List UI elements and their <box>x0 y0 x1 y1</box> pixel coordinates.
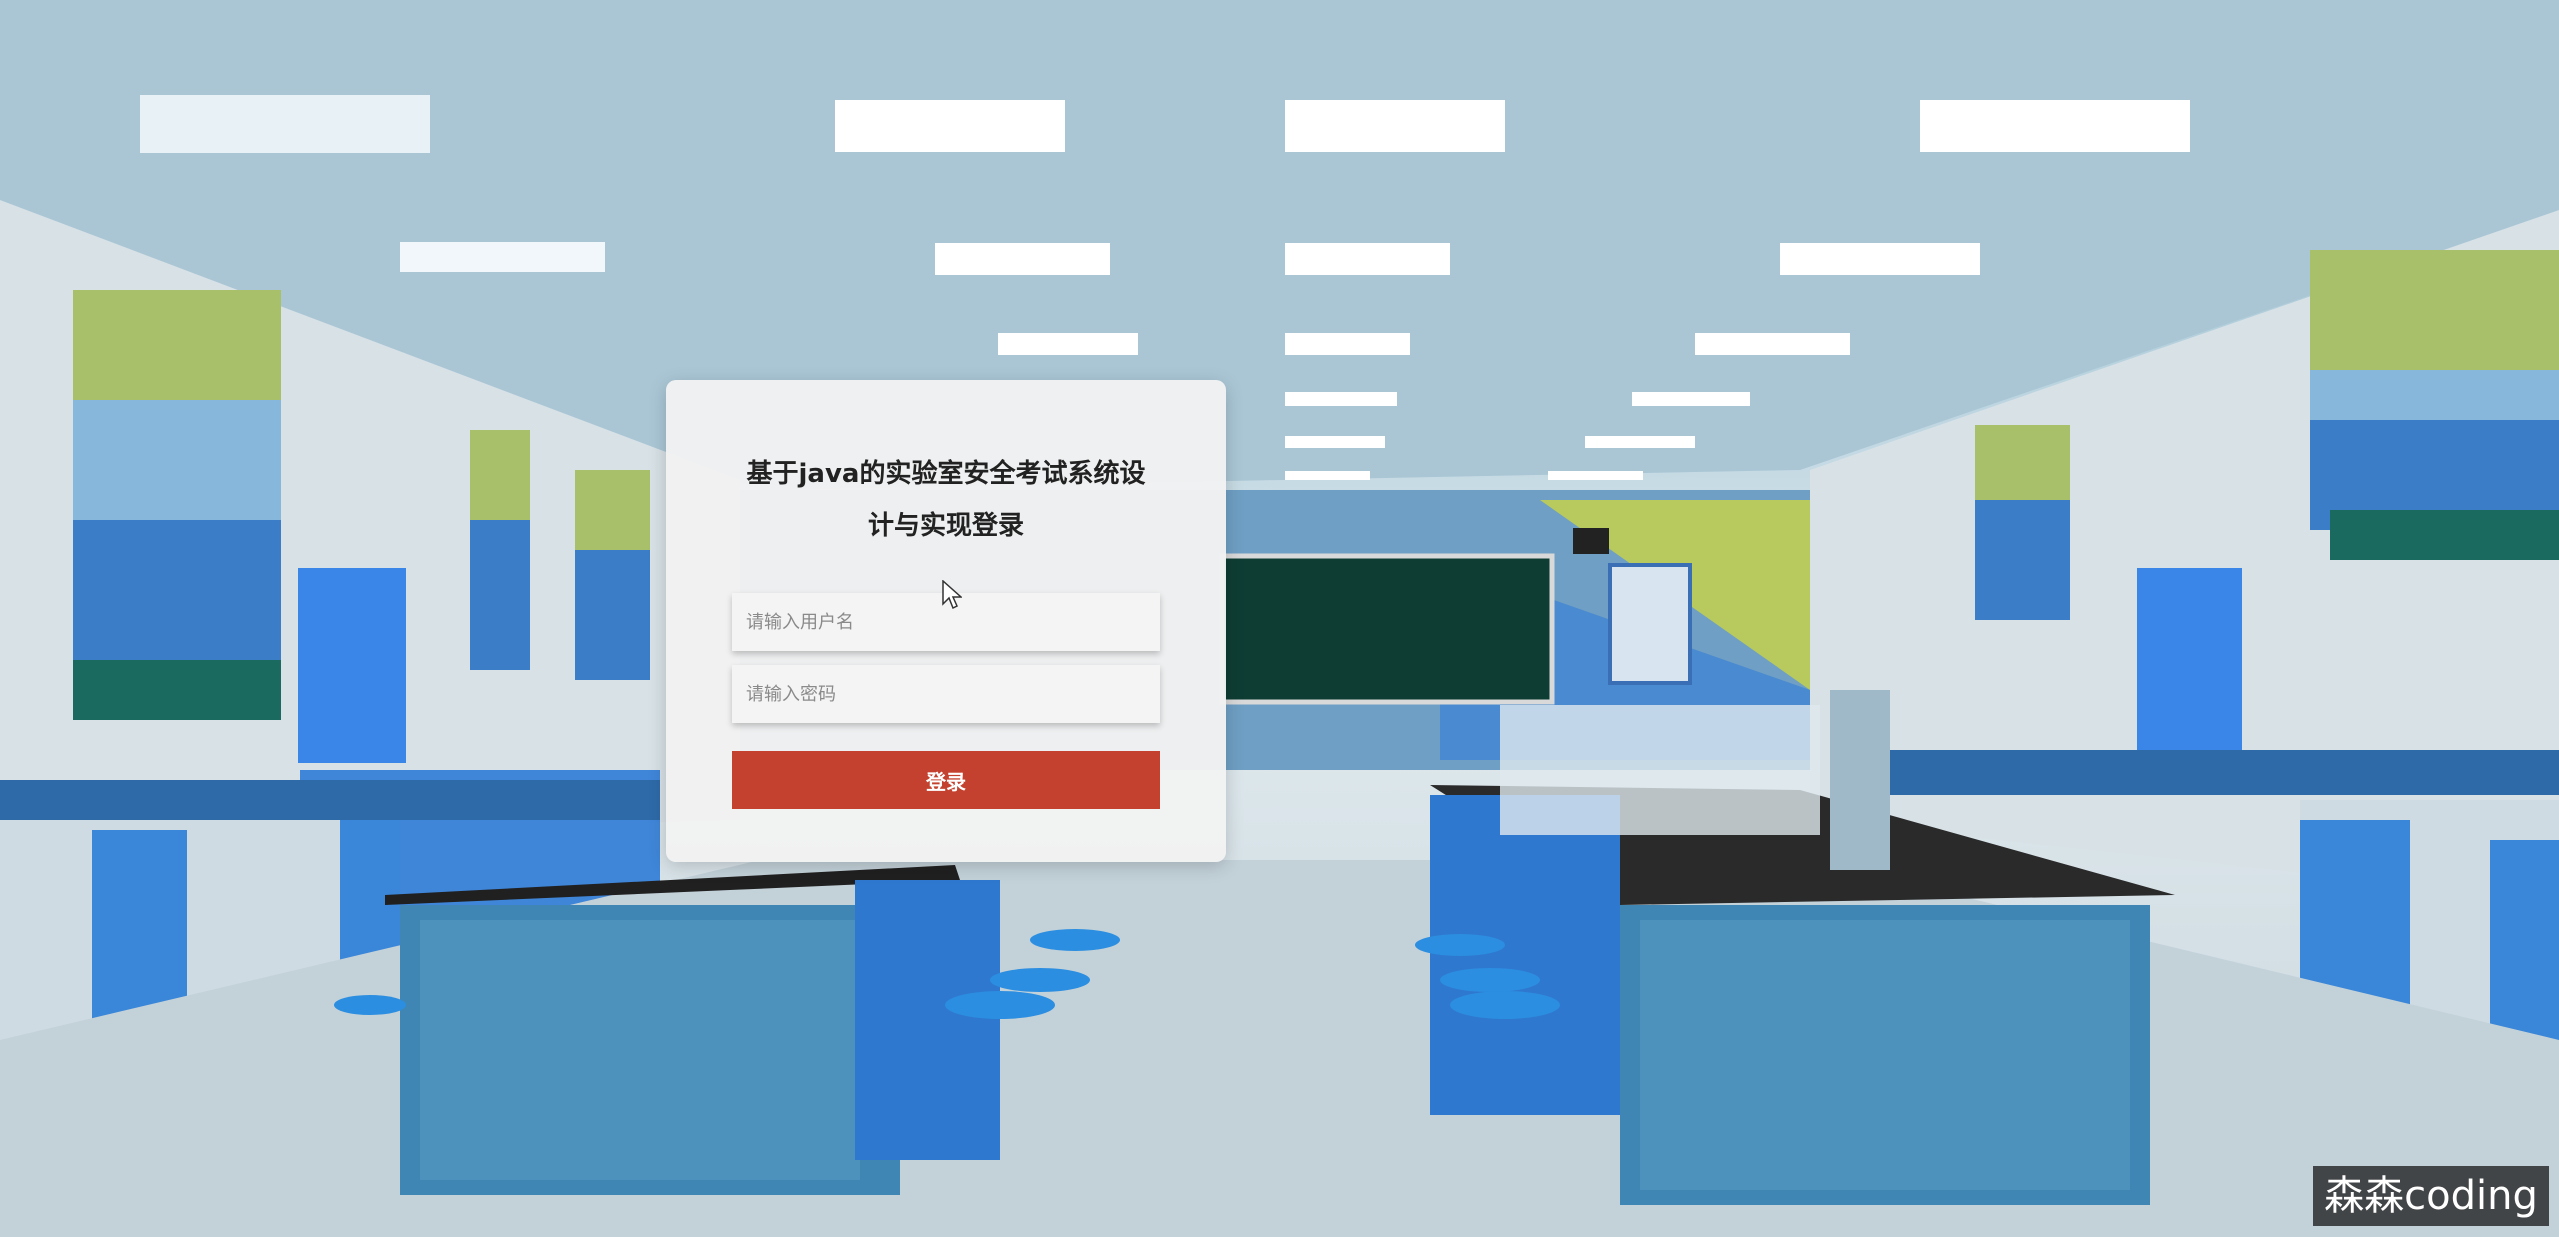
login-card: 基于java的实验室安全考试系统设计与实现登录 登录 <box>666 380 1226 862</box>
login-button[interactable]: 登录 <box>732 751 1160 809</box>
lab-background <box>0 0 2559 1237</box>
password-input[interactable] <box>732 665 1160 723</box>
page-title: 基于java的实验室安全考试系统设计与实现登录 <box>746 459 1146 541</box>
mouse-cursor-icon <box>942 580 962 610</box>
lab-scene-illustration <box>0 0 2559 1237</box>
watermark: 森森coding <box>2313 1166 2549 1226</box>
